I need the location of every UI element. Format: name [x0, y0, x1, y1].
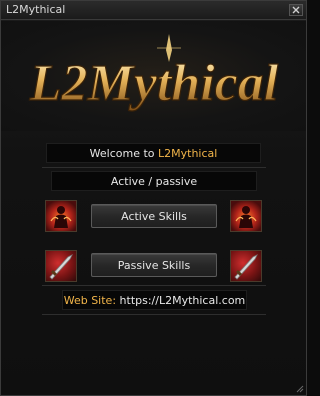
section-header: Active / passive	[51, 171, 257, 191]
window-title: L2Mythical	[6, 3, 66, 16]
website-label: Web Site:	[63, 293, 117, 307]
divider	[42, 167, 266, 168]
website-bar: Web Site: https://L2Mythical.com	[62, 290, 247, 310]
resize-grip-icon[interactable]	[296, 385, 304, 393]
close-icon	[292, 6, 300, 14]
divider	[42, 285, 266, 286]
close-button[interactable]	[289, 4, 303, 16]
passive-skills-button[interactable]: Passive Skills	[91, 253, 217, 277]
passive-skill-icon-left	[45, 250, 77, 282]
welcome-banner: Welcome to L2Mythical	[46, 143, 261, 163]
section-title: Active / passive	[110, 174, 198, 188]
welcome-prefix: Welcome to	[89, 146, 159, 160]
active-skills-button[interactable]: Active Skills	[91, 204, 217, 228]
active-skills-label: Active Skills	[121, 209, 187, 223]
divider	[42, 314, 266, 315]
logo: L2Mythical	[28, 34, 279, 113]
passive-skill-icon-right	[230, 250, 262, 282]
logo-banner: L2Mythical	[1, 21, 306, 131]
server-name: L2Mythical	[158, 146, 218, 160]
dialog-window: L2Mythical L2Mythical Welcome to L2Mythi…	[0, 0, 307, 396]
active-skill-icon-right	[230, 200, 262, 232]
website-link[interactable]: https://L2Mythical.com	[120, 294, 246, 307]
title-bar[interactable]: L2Mythical	[1, 1, 306, 20]
passive-skills-label: Passive Skills	[117, 258, 191, 272]
logo-text: L2Mythical	[28, 55, 278, 112]
active-skill-icon-left	[45, 200, 77, 232]
